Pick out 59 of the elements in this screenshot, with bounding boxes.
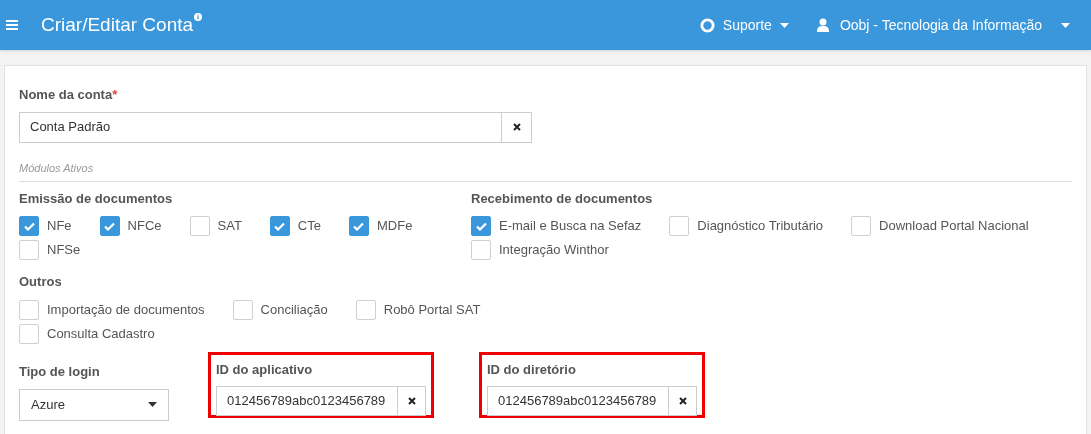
field-label: ID do aplicativo xyxy=(216,361,313,377)
check-icon xyxy=(104,221,116,231)
user-icon xyxy=(816,18,829,32)
group-title: Outros xyxy=(19,273,63,291)
caret-icon xyxy=(1061,22,1070,28)
checkbox[interactable] xyxy=(269,216,290,236)
checkbox-label: Diagnóstico Tributário xyxy=(697,217,824,236)
checkbox-label: E-mail e Busca na Sefaz xyxy=(499,217,642,236)
checkbox-label: NFCe xyxy=(127,217,162,236)
checkbox[interactable] xyxy=(19,240,39,260)
check-icon xyxy=(274,221,286,231)
page-title: Criar/Editar Conta xyxy=(41,12,194,37)
clear-icon xyxy=(512,123,521,131)
checkbox-label: CTe xyxy=(297,217,321,236)
checkbox-label: Robô Portal SAT xyxy=(383,300,481,319)
clear-icon xyxy=(407,396,416,405)
checkbox[interactable] xyxy=(232,299,253,320)
check-icon xyxy=(475,221,487,231)
clear-button[interactable] xyxy=(502,111,532,143)
caret-icon xyxy=(779,22,789,28)
checkbox-label: Download Portal Nacional xyxy=(879,217,1029,236)
checkbox[interactable] xyxy=(669,216,690,236)
checkbox-label: NFSe xyxy=(47,241,81,260)
checkbox[interactable] xyxy=(19,216,39,236)
checkbox[interactable] xyxy=(471,240,491,260)
checkbox-label: NFe xyxy=(47,217,72,236)
group-title: Recebimento de documentos xyxy=(471,189,654,208)
info-icon[interactable] xyxy=(194,13,203,21)
checkbox-label: SAT xyxy=(217,217,242,236)
checkbox-label: Importação de documentos xyxy=(47,300,205,319)
id-field[interactable]: 012456789abc0123456789 xyxy=(216,385,398,416)
checkbox[interactable] xyxy=(19,299,39,320)
group-title: Emissão de documentos xyxy=(19,189,174,208)
lifebuoy-icon xyxy=(699,17,715,33)
checkbox[interactable] xyxy=(348,216,369,236)
clear-icon xyxy=(678,396,687,405)
checkbox[interactable] xyxy=(19,323,39,344)
field-label: Nome da conta* xyxy=(19,87,118,102)
menu-icon[interactable] xyxy=(6,20,18,30)
field-label: Tipo de login xyxy=(19,363,100,379)
checkbox[interactable] xyxy=(99,216,120,236)
checkbox[interactable] xyxy=(851,216,872,236)
checkbox-label: Consulta Cadastro xyxy=(47,324,155,343)
field-label: ID do diretório xyxy=(487,361,576,377)
checkbox[interactable] xyxy=(189,216,210,236)
check-icon xyxy=(353,221,365,231)
id-field[interactable]: 012456789abc0123456789 xyxy=(487,385,669,416)
checkbox[interactable] xyxy=(471,216,491,236)
caret-icon xyxy=(148,402,157,407)
checkbox-label: MDFe xyxy=(376,217,413,236)
checkbox[interactable] xyxy=(355,299,376,320)
checkbox-label: Conciliação xyxy=(260,300,328,319)
account-name-field[interactable]: Conta Padrão xyxy=(19,111,502,143)
login-type-select[interactable]: Azure xyxy=(19,388,169,421)
checkbox-label: Integração Winthor xyxy=(499,241,609,260)
clear-button[interactable] xyxy=(398,385,426,416)
check-icon xyxy=(23,221,35,231)
clear-button[interactable] xyxy=(669,385,697,416)
section-caption: Módulos Ativos xyxy=(19,161,94,174)
